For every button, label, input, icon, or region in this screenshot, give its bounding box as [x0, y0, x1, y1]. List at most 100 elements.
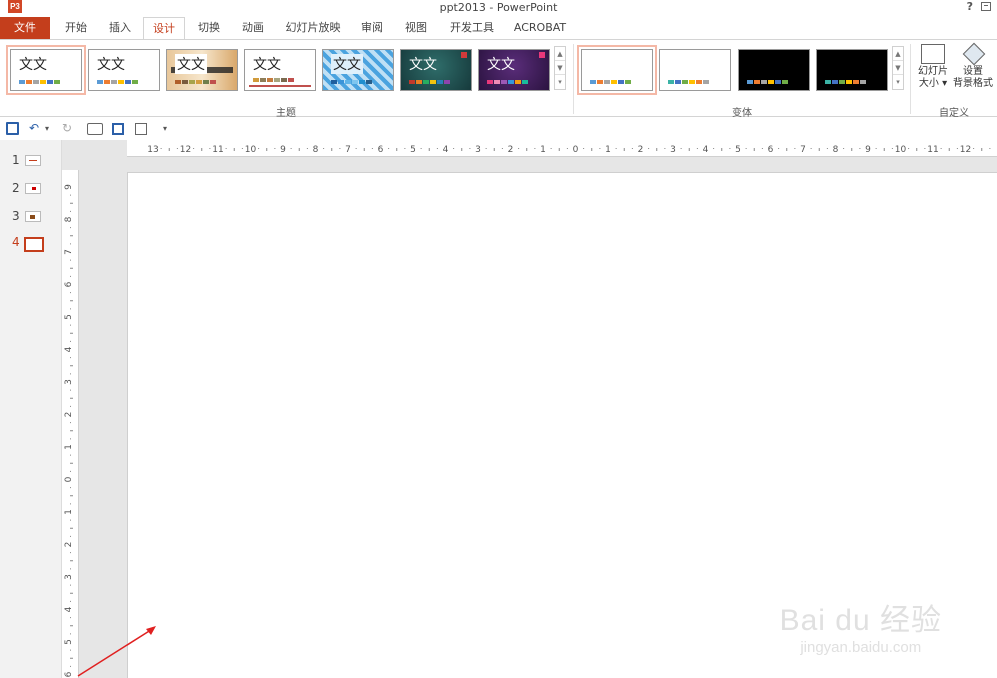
redo-icon[interactable]: ↻	[62, 121, 72, 137]
ruler-tick	[461, 148, 463, 151]
ribbon-display-options-icon[interactable]	[981, 2, 991, 11]
theme-wood[interactable]: 文文	[166, 49, 238, 91]
watermark-brand: Bai du 经验	[779, 604, 942, 637]
ruler-tick	[420, 148, 422, 149]
variant-1[interactable]	[577, 45, 657, 95]
ruler-label: 6	[64, 281, 74, 287]
slide-thumbnail[interactable]: 3	[0, 208, 62, 228]
ruler-tick	[70, 324, 71, 326]
scroll-down-icon[interactable]: ▼	[893, 61, 903, 75]
ruler-tick	[859, 148, 861, 149]
undo-dropdown-icon[interactable]: ▾	[45, 124, 49, 140]
ruler-label: 5	[735, 145, 741, 155]
theme-sample-text: 文文	[331, 54, 363, 74]
themes-gallery-scroll[interactable]: ▲ ▼ ▾	[554, 46, 566, 90]
slide-thumbnail-active[interactable]: 4	[0, 234, 62, 254]
customize-qat-icon[interactable]: ▾	[163, 124, 167, 140]
theme-color-bars	[253, 78, 294, 82]
more-variants-icon[interactable]: ▾	[893, 75, 903, 89]
ruler-tick	[688, 148, 690, 151]
paste-icon[interactable]	[135, 123, 147, 135]
ruler-tick	[70, 332, 73, 334]
ruler-tick	[924, 148, 926, 149]
theme-color-bars	[487, 80, 528, 84]
theme-pattern[interactable]: 文文	[322, 49, 394, 91]
slide-size-button[interactable]: 幻灯片 大小 ▾	[914, 44, 952, 90]
tab-acrobat[interactable]: ACROBAT	[509, 17, 571, 39]
start-slideshow-icon[interactable]	[87, 123, 103, 135]
theme-facet[interactable]: 文文	[244, 49, 316, 91]
ruler-tick	[70, 259, 71, 261]
slide-thumbnail[interactable]: 1	[0, 152, 62, 172]
ruler-tick	[729, 148, 731, 149]
theme-office[interactable]: 文文	[6, 45, 86, 95]
ruler-tick	[396, 148, 398, 151]
ruler-tick	[266, 148, 268, 151]
scroll-up-icon[interactable]: ▲	[555, 47, 565, 61]
ruler-tick	[70, 568, 71, 570]
undo-icon[interactable]: ↶	[29, 121, 39, 137]
tab-design[interactable]: 设计	[143, 17, 185, 40]
vertical-ruler[interactable]: 9876543210123456	[62, 170, 79, 678]
theme-ion-boardroom[interactable]: 文文	[478, 49, 550, 91]
theme-sample-text: 文文	[487, 57, 515, 73]
tab-transitions[interactable]: 切换	[191, 17, 227, 39]
ruler-tick	[331, 148, 333, 151]
ruler-label: 2	[508, 145, 514, 155]
ruler-tick	[70, 308, 71, 310]
annotation-arrow	[77, 626, 156, 677]
ruler-label: 11	[927, 145, 938, 155]
ruler-label: 7	[345, 145, 351, 155]
ribbon-tabs: 文件 开始 插入 设计 切换 动画 幻灯片放映 审阅 视图 开发工具 ACROB…	[0, 17, 997, 40]
slide-thumbnail-image	[24, 237, 44, 252]
theme-office-2[interactable]: 文文	[88, 49, 160, 91]
ruler-tick	[70, 527, 73, 529]
ruler-tick	[753, 148, 755, 151]
variant-color-bars	[747, 80, 788, 84]
ruler-tick	[70, 373, 71, 375]
variants-gallery-scroll[interactable]: ▲ ▼ ▾	[892, 46, 904, 90]
scroll-up-icon[interactable]: ▲	[893, 47, 903, 61]
window-title: ppt2013 - PowerPoint	[439, 1, 558, 14]
ruler-tick	[721, 148, 723, 151]
ruler-label: 2	[64, 542, 74, 548]
ruler-label: 0	[573, 145, 579, 155]
ruler-tick	[916, 148, 918, 151]
variant-3[interactable]	[738, 49, 810, 91]
tab-insert[interactable]: 插入	[102, 17, 138, 39]
variant-2[interactable]	[659, 49, 731, 91]
ruler-label: 9	[64, 184, 74, 190]
slide-size-label-1: 幻灯片	[918, 66, 948, 77]
variant-4[interactable]	[816, 49, 888, 91]
ruler-tick	[469, 148, 471, 149]
save-as-icon[interactable]	[112, 123, 124, 135]
ruler-tick	[70, 519, 71, 521]
ruler-label: 6	[768, 145, 774, 155]
ruler-tick	[794, 148, 796, 149]
slide-thumbnail[interactable]: 2	[0, 180, 62, 200]
tab-file[interactable]: 文件	[0, 17, 50, 39]
tab-view[interactable]: 视图	[398, 17, 434, 39]
tab-review[interactable]: 审阅	[354, 17, 390, 39]
watermark: Bai du 经验 jingyan.baidu.com	[780, 595, 942, 656]
tab-animations[interactable]: 动画	[234, 17, 272, 39]
ruler-tick	[940, 148, 942, 149]
tab-developer[interactable]: 开发工具	[444, 17, 500, 39]
ruler-label: 4	[64, 606, 74, 612]
format-background-button[interactable]: 设置 背景格式	[950, 42, 996, 90]
ruler-tick	[908, 148, 910, 149]
ruler-tick	[696, 148, 698, 149]
format-background-label-1: 设置	[963, 66, 983, 77]
tab-slide-show[interactable]: 幻灯片放映	[280, 17, 346, 39]
ruler-tick	[518, 148, 520, 149]
help-button[interactable]: ?	[967, 0, 973, 13]
scroll-down-icon[interactable]: ▼	[555, 61, 565, 75]
ruler-tick	[761, 148, 763, 149]
ruler-label: 4	[443, 145, 449, 155]
theme-ion[interactable]: 文文	[400, 49, 472, 91]
more-themes-icon[interactable]: ▾	[555, 75, 565, 89]
ruler-label: 12	[960, 145, 971, 155]
horizontal-ruler[interactable]: 13 12 11 10 9 8 7 6 5 4 3 2 1 0 1 2 3 4 5 6 7 8 9 10 11 12	[127, 140, 997, 157]
tab-home[interactable]: 开始	[58, 17, 94, 39]
save-icon[interactable]	[6, 122, 19, 135]
